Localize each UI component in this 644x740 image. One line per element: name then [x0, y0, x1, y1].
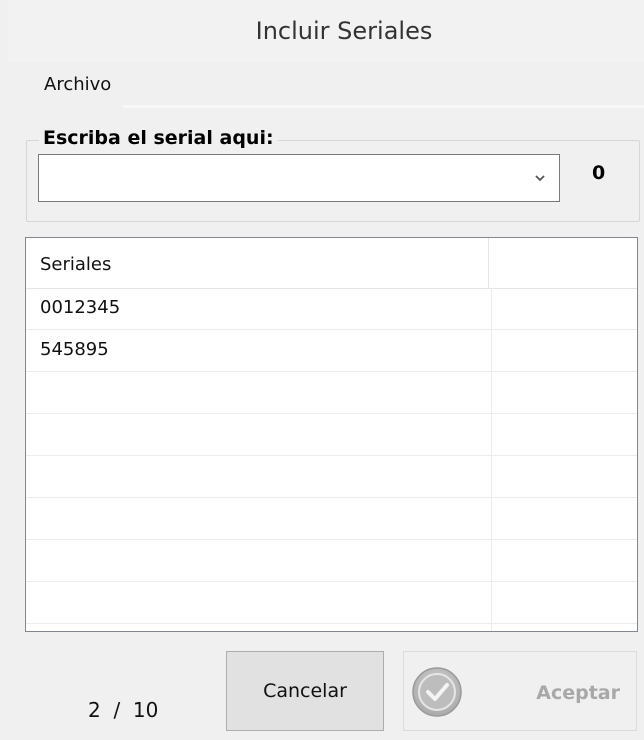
column-gridline — [491, 288, 492, 631]
menu-strip-divider — [123, 105, 644, 108]
empty-row — [26, 498, 637, 540]
listview-header: Seriales — [26, 238, 637, 289]
serial-groupbox-legend: Escriba el serial aqui: — [39, 127, 278, 149]
window-title: Incluir Seriales — [255, 17, 433, 45]
list-item[interactable]: 0012345 — [26, 288, 637, 330]
empty-row — [26, 540, 637, 582]
accept-button: Aceptar — [403, 651, 637, 731]
accept-button-label: Aceptar — [536, 682, 620, 704]
serial-cell: 545895 — [40, 339, 109, 360]
include-serials-window: Incluir Seriales Archivo Escriba el seri… — [0, 0, 644, 740]
serials-listview[interactable]: Seriales 0012345 545895 — [25, 237, 638, 632]
serial-cell: 0012345 — [40, 297, 121, 318]
cancel-button[interactable]: Cancelar — [226, 651, 384, 731]
serial-input-combobox[interactable] — [38, 154, 560, 202]
chevron-down-icon[interactable] — [533, 171, 547, 185]
menu-bar: Archivo — [8, 62, 644, 107]
serial-progress-counter: 2 / 10 — [88, 698, 159, 722]
check-circle-icon — [412, 667, 462, 717]
column-header-seriales[interactable]: Seriales — [40, 254, 111, 275]
serial-count: 0 — [592, 162, 606, 184]
empty-row — [26, 414, 637, 456]
column-header-separator[interactable] — [488, 238, 489, 288]
empty-row — [26, 372, 637, 414]
menu-item-archivo[interactable]: Archivo — [44, 74, 111, 95]
empty-row — [26, 456, 637, 498]
title-bar: Incluir Seriales — [8, 0, 644, 62]
empty-row — [26, 582, 637, 624]
list-item[interactable]: 545895 — [26, 330, 637, 372]
